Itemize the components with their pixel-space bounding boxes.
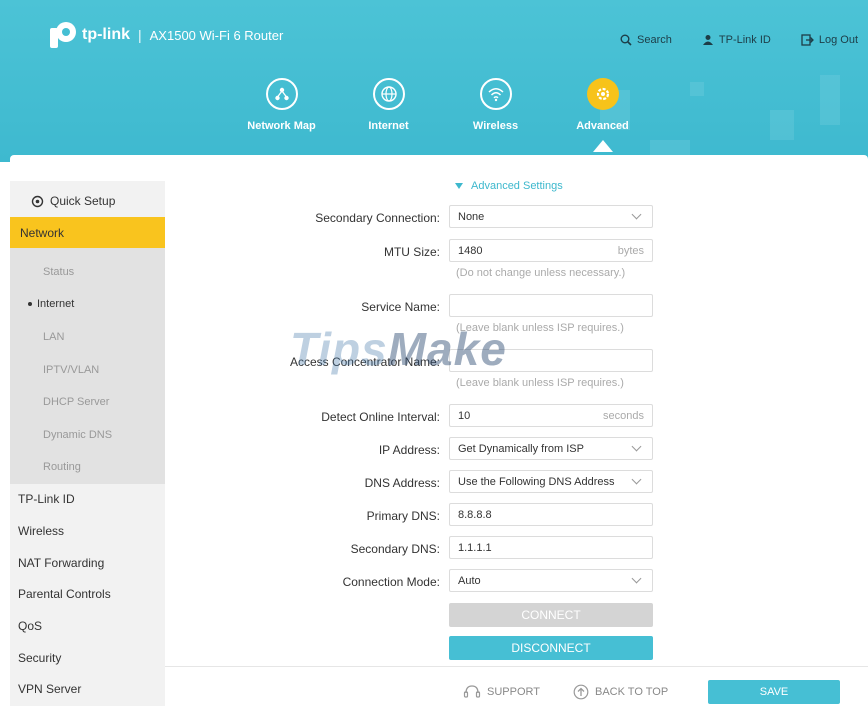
nav-internet[interactable]: Internet: [335, 78, 442, 132]
user-icon: [702, 35, 713, 45]
sidebar-item-quick-setup[interactable]: Quick Setup: [31, 194, 115, 208]
mtu-size-unit: bytes: [617, 244, 644, 257]
search-link[interactable]: Search: [620, 34, 672, 46]
logout-link[interactable]: Log Out: [801, 34, 858, 46]
connect-button[interactable]: CONNECT: [449, 603, 653, 627]
quick-setup-icon: [31, 195, 44, 207]
advanced-settings-toggle[interactable]: Advanced Settings: [455, 180, 563, 192]
nav-wireless-label: Wireless: [472, 120, 519, 132]
sidebar-sub-routing[interactable]: Routing: [43, 461, 81, 473]
service-name-input[interactable]: [449, 294, 653, 317]
detect-interval-input[interactable]: 10 seconds: [449, 404, 653, 427]
main-nav: Network Map Internet Wireless Advanced: [228, 78, 656, 152]
ip-address-value: Get Dynamically from ISP: [458, 442, 584, 455]
support-icon: [463, 685, 481, 698]
dns-address-label: DNS Address:: [364, 476, 440, 490]
connection-mode-select[interactable]: Auto: [449, 569, 653, 592]
wifi-icon: [479, 78, 512, 110]
gear-icon: [586, 78, 619, 110]
advanced-settings-label: Advanced Settings: [471, 180, 563, 192]
tp-link-logo-icon: [50, 22, 76, 48]
search-icon: [620, 34, 632, 46]
sidebar-item-qos[interactable]: QoS: [18, 619, 42, 633]
primary-dns-label: Primary DNS:: [366, 509, 440, 523]
primary-dns-value: 8.8.8.8: [458, 508, 492, 521]
back-to-top-label: BACK TO TOP: [595, 686, 669, 698]
save-button[interactable]: SAVE: [708, 680, 840, 704]
chevron-down-icon: [631, 573, 642, 584]
network-map-icon: [265, 78, 298, 110]
support-label: SUPPORT: [487, 686, 540, 698]
secondary-connection-select[interactable]: None: [449, 205, 653, 228]
dns-address-select[interactable]: Use the Following DNS Address: [449, 470, 653, 493]
access-concentrator-input[interactable]: [449, 349, 653, 372]
sidebar-sub-internet[interactable]: Internet: [28, 298, 74, 310]
chevron-down-icon: [631, 209, 642, 220]
tplink-id-label: TP-Link ID: [718, 34, 771, 46]
nav-network-map[interactable]: Network Map: [228, 78, 335, 132]
brand-separator: |: [138, 27, 142, 43]
logout-label: Log Out: [818, 34, 858, 46]
brand-logo[interactable]: tp-link | AX1500 Wi-Fi 6 Router: [50, 22, 283, 48]
nav-network-map-label: Network Map: [247, 120, 316, 132]
nav-advanced-label: Advanced: [576, 120, 629, 132]
service-name-hint: (Leave blank unless ISP requires.): [456, 322, 624, 334]
sidebar-item-parental-controls[interactable]: Parental Controls: [18, 587, 111, 601]
nav-internet-label: Internet: [368, 120, 409, 132]
secondary-dns-value: 1.1.1.1: [458, 541, 492, 554]
chevron-down-icon: [631, 441, 642, 452]
arrow-up-circle-icon: [573, 684, 589, 700]
sidebar-item-vpn-server[interactable]: VPN Server: [18, 682, 81, 696]
detect-interval-label: Detect Online Interval:: [321, 410, 440, 424]
service-name-label: Service Name:: [361, 300, 440, 314]
primary-dns-input[interactable]: 8.8.8.8: [449, 503, 653, 526]
logout-icon: [801, 34, 814, 46]
sidebar-item-network[interactable]: Network: [10, 217, 165, 248]
search-label: Search: [637, 34, 672, 46]
mtu-size-label: MTU Size:: [383, 245, 440, 259]
sidebar-item-security[interactable]: Security: [18, 651, 61, 665]
connection-mode-value: Auto: [458, 574, 481, 587]
triangle-down-icon: [455, 183, 463, 189]
access-concentrator-hint: (Leave blank unless ISP requires.): [456, 377, 624, 389]
sidebar-footer: VPN Server: [10, 666, 165, 706]
sidebar-sub-status[interactable]: Status: [43, 266, 74, 278]
connection-mode-label: Connection Mode:: [342, 575, 440, 589]
nav-wireless[interactable]: Wireless: [442, 78, 549, 132]
secondary-connection-label: Secondary Connection:: [315, 211, 440, 225]
disconnect-button[interactable]: DISCONNECT: [449, 636, 653, 660]
nav-advanced[interactable]: Advanced: [549, 78, 656, 152]
dns-address-value: Use the Following DNS Address: [458, 475, 615, 488]
sidebar-sub-dhcp-server[interactable]: DHCP Server: [43, 396, 109, 408]
active-tab-caret: [593, 140, 613, 152]
mtu-size-hint: (Do not change unless necessary.): [456, 267, 626, 279]
secondary-dns-input[interactable]: 1.1.1.1: [449, 536, 653, 559]
tplink-id-link[interactable]: TP-Link ID: [702, 34, 771, 46]
detect-interval-value: 10: [458, 409, 471, 422]
detect-interval-unit: seconds: [603, 409, 644, 422]
back-to-top-link[interactable]: BACK TO TOP: [573, 684, 668, 700]
mtu-size-input[interactable]: 1480 bytes: [449, 239, 653, 262]
ip-address-select[interactable]: Get Dynamically from ISP: [449, 437, 653, 460]
support-link[interactable]: SUPPORT: [463, 684, 540, 700]
sidebar-sub-lan[interactable]: LAN: [43, 331, 64, 343]
brand-name: tp-link: [82, 26, 130, 43]
secondary-dns-label: Secondary DNS:: [350, 542, 440, 556]
sidebar-item-wireless[interactable]: Wireless: [18, 524, 64, 538]
ip-address-label: IP Address:: [378, 443, 440, 457]
secondary-connection-value: None: [458, 210, 485, 223]
sidebar-sub-iptv-vlan[interactable]: IPTV/VLAN: [43, 364, 99, 376]
mtu-size-value: 1480: [458, 244, 483, 257]
model-name: AX1500 Wi-Fi 6 Router: [149, 27, 284, 43]
chevron-down-icon: [631, 474, 642, 485]
sidebar: Quick Setup Network Status Internet LAN …: [10, 181, 165, 706]
header: tp-link | AX1500 Wi-Fi 6 Router Search T…: [0, 0, 868, 162]
globe-icon: [372, 78, 405, 110]
sidebar-item-nat-forwarding[interactable]: NAT Forwarding: [18, 556, 104, 570]
sidebar-item-tplink-id[interactable]: TP-Link ID: [18, 492, 75, 506]
network-submenu: Status Internet LAN IPTV/VLAN DHCP Serve…: [10, 248, 165, 484]
sidebar-sub-dynamic-dns[interactable]: Dynamic DNS: [43, 429, 112, 441]
access-concentrator-label: Access Concentrator Name:: [289, 355, 440, 369]
quick-setup-label: Quick Setup: [50, 194, 116, 208]
